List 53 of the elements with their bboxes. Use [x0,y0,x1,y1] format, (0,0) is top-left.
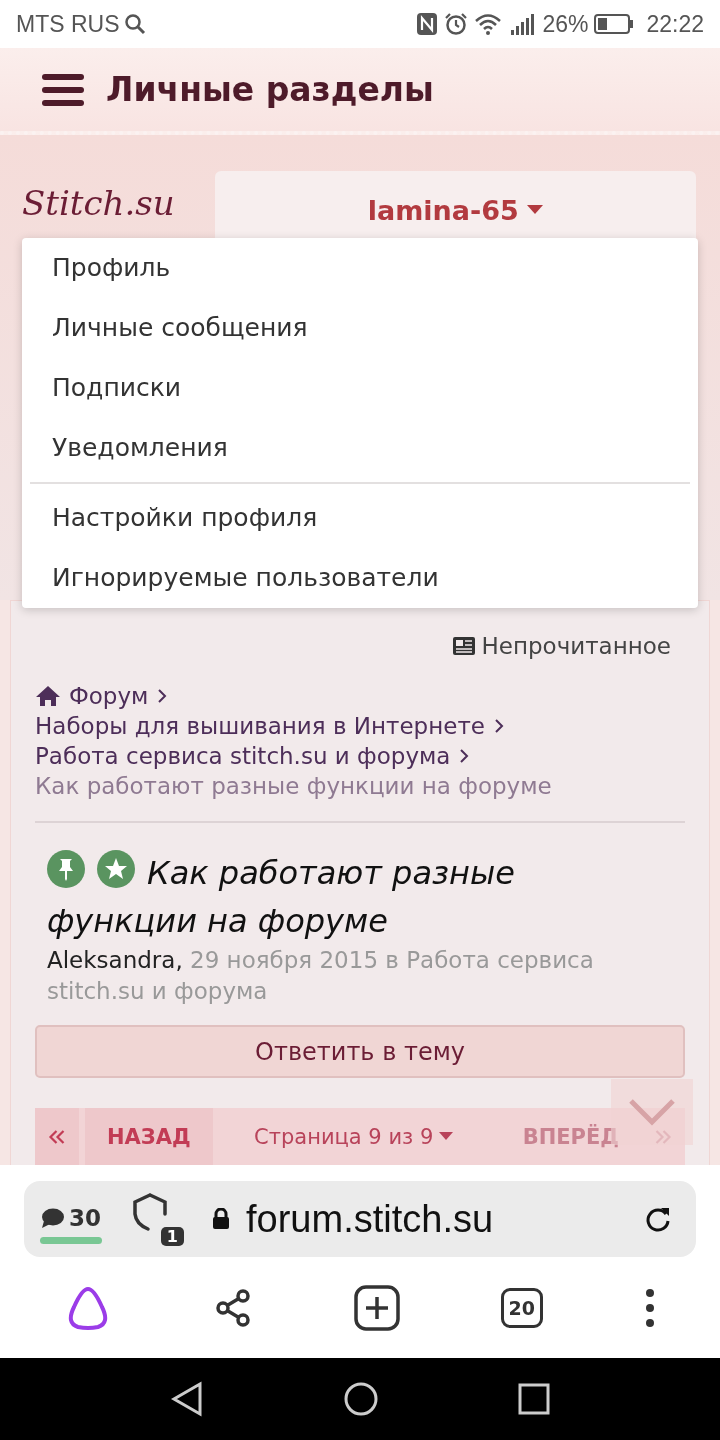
caret-icon [526,205,543,215]
chevron-right-icon [458,748,471,764]
site-logo[interactable]: Stitch.su [22,183,175,223]
home-icon [35,685,61,707]
clock: 22:22 [646,10,704,38]
breadcrumb-current: Как работают разные функции на форуме [35,772,552,801]
shield-icon [130,1192,170,1232]
breadcrumb-link[interactable]: Форум [35,681,169,711]
battery-percent: 26% [542,10,589,38]
breadcrumb-link[interactable]: Работа сервиса stitch.su и форума [35,741,471,771]
url-text[interactable]: forum.stitch.su [246,1197,494,1241]
thread-meta: Aleksandra, 29 ноября 2015 в Работа сервиса stitch.su и форума [47,945,595,1006]
lock-icon [212,1208,230,1230]
address-bar[interactable]: 30 1 forum.stitch.su [24,1181,696,1257]
new-tab-icon[interactable] [354,1284,400,1331]
shield-button[interactable]: 1 [130,1192,184,1246]
menu-item[interactable]: Уведомления [22,418,698,478]
thread-title: Как работают разные функции на форуме [47,848,673,945]
page-title: Личные разделы [106,70,434,109]
chevron-down-icon [628,1098,676,1126]
breadcrumb-link[interactable]: Наборы для вышивания в Интернете [35,711,505,741]
menu-item[interactable]: Профиль [22,238,698,298]
newspaper-icon [451,636,476,656]
battery-icon [594,13,635,35]
menu-item[interactable]: Подписки [22,358,698,418]
carrier-name: MTS RUS [16,10,120,38]
recents-icon[interactable] [518,1383,551,1415]
chevron-right-icon [156,688,169,704]
menu-item[interactable]: Настройки профиля [22,488,698,548]
page-selector[interactable]: Страница 9 из 9 [212,1108,495,1165]
nfc-icon [416,12,439,36]
menu-item[interactable]: Личные сообщения [22,298,698,358]
caret-icon [439,1132,454,1142]
more-icon[interactable] [643,1287,656,1328]
back-icon[interactable] [169,1381,204,1417]
chevron-right-icon [492,718,505,734]
menu-item[interactable]: Игнорируемые пользователи [22,548,698,608]
home-icon[interactable] [343,1381,379,1417]
comments-button[interactable]: 30 [41,1204,101,1231]
chat-bubble-icon [41,1206,65,1229]
shield-count: 1 [160,1227,184,1246]
user-menu-button[interactable]: lamina-65 [367,193,543,227]
search-icon [123,13,146,35]
menu-icon[interactable] [42,72,86,107]
active-underline [40,1236,102,1244]
double-chevron-left-icon [48,1128,66,1145]
alarm-icon [444,12,469,36]
tabs-button[interactable]: 20 [500,1287,543,1328]
unread-link[interactable]: Непрочитанное [451,633,671,659]
double-chevron-right-icon [654,1128,672,1145]
signal-icon [510,12,537,36]
reply-button[interactable]: Ответить в тему [35,1024,685,1079]
reload-icon[interactable] [644,1205,672,1233]
